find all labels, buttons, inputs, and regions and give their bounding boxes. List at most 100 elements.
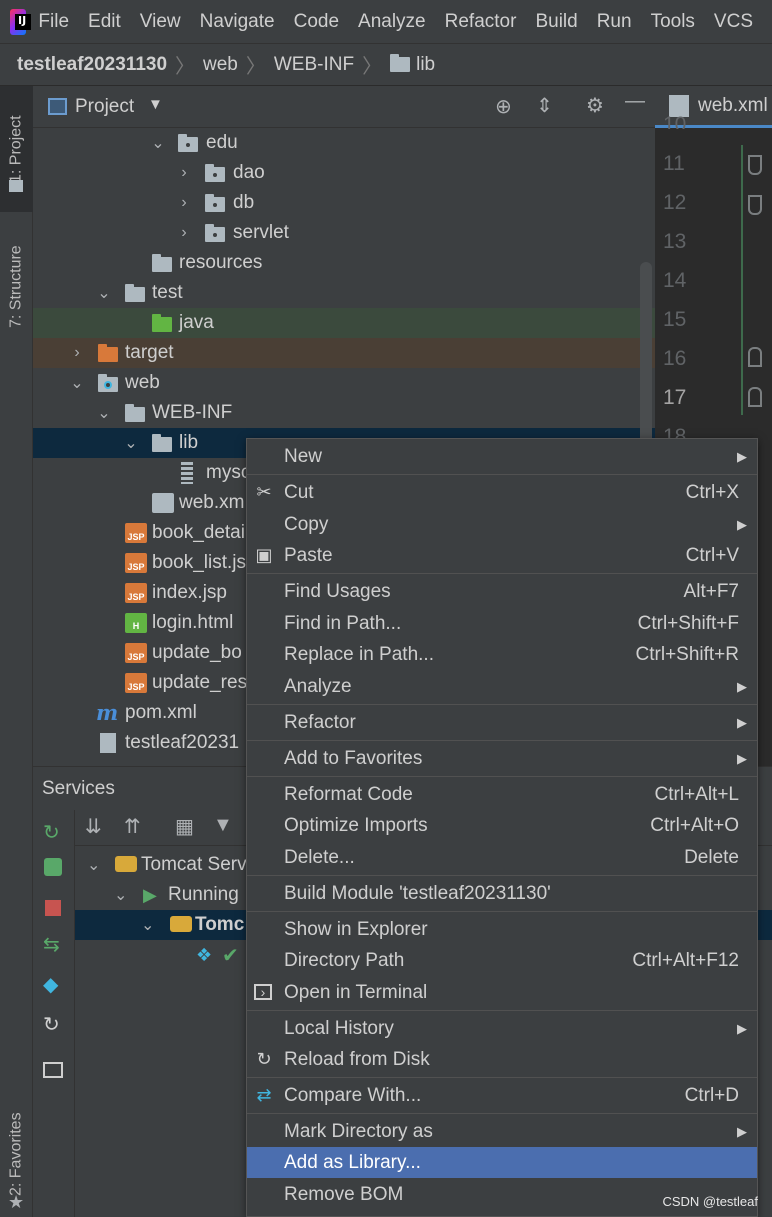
tree-row-web-inf[interactable]: ⌄ WEB-INF xyxy=(33,398,655,428)
fold-marker-icon[interactable] xyxy=(748,347,762,367)
menu-item-new[interactable]: New ▶ xyxy=(247,441,757,472)
chevron-down-icon[interactable]: ⌄ xyxy=(150,133,166,153)
menu-item-reformat-code[interactable]: Reformat Code Ctrl+Alt+L xyxy=(247,779,757,810)
tree-label: index.jsp xyxy=(152,582,227,603)
menu-item-shortcut: Ctrl+V xyxy=(685,544,739,566)
tab-structure-label: 7: Structure xyxy=(7,245,25,328)
menu-navigate[interactable]: Navigate xyxy=(200,11,275,33)
tree-row-db[interactable]: › db xyxy=(33,188,655,218)
menu-item-directory-path[interactable]: Directory Path Ctrl+Alt+F12 xyxy=(247,945,757,976)
menu-item-refactor[interactable]: Refactor ▶ xyxy=(247,707,757,738)
change-marker xyxy=(741,145,743,415)
tree-row-servlet[interactable]: › servlet xyxy=(33,218,655,248)
menu-code[interactable]: Code xyxy=(294,11,339,33)
menu-item-show-in-explorer[interactable]: Show in Explorer xyxy=(247,914,757,945)
menu-refactor[interactable]: Refactor xyxy=(445,11,517,33)
tree-row-java[interactable]: java xyxy=(33,308,655,338)
chevron-down-icon[interactable]: ▼ xyxy=(148,96,163,113)
menu-item-local-history[interactable]: Local History ▶ xyxy=(247,1013,757,1044)
tab-structure[interactable]: 7: Structure xyxy=(0,224,33,349)
menu-item-find-in-path[interactable]: Find in Path... Ctrl+Shift+F xyxy=(247,608,757,639)
chevron-down-icon[interactable]: ⌄ xyxy=(114,885,127,905)
breadcrumb-project[interactable]: testleaf20231130 xyxy=(17,54,167,76)
menu-build[interactable]: Build xyxy=(535,11,577,33)
menu-edit[interactable]: Edit xyxy=(88,11,121,33)
deploy-icon[interactable]: ◆ xyxy=(43,972,58,997)
tree-row-running[interactable]: ⌄ ▶ Running xyxy=(75,880,255,910)
menu-item-compare-with[interactable]: ⇄ Compare With... Ctrl+D xyxy=(247,1080,757,1111)
chevron-down-icon[interactable]: ⌄ xyxy=(96,283,112,303)
menu-item-open-in-terminal[interactable]: › Open in Terminal xyxy=(247,977,757,1008)
menu-item-label: Replace in Path... xyxy=(284,643,434,665)
layout-icon[interactable] xyxy=(43,1062,63,1078)
tree-label: resources xyxy=(179,252,263,273)
fold-marker-icon[interactable] xyxy=(748,387,762,407)
chevron-right-icon[interactable]: › xyxy=(176,224,192,242)
tree-label: test xyxy=(152,282,183,303)
refresh-icon[interactable]: ↻ xyxy=(43,1012,60,1037)
reload-icon: ↻ xyxy=(256,1049,272,1069)
tree-label: edu xyxy=(206,132,238,153)
breadcrumb-web-inf[interactable]: WEB-INF xyxy=(274,54,354,76)
fold-marker-icon[interactable] xyxy=(748,195,762,215)
menu-file[interactable]: File xyxy=(38,11,69,33)
minimize-icon[interactable]: — xyxy=(625,90,645,113)
tree-row-edu[interactable]: ⌄ edu xyxy=(33,128,655,158)
menu-separator xyxy=(247,573,757,574)
rerun-icon[interactable]: ↻ xyxy=(43,820,60,845)
locate-icon[interactable]: ⊕ xyxy=(495,94,512,119)
tree-row-target[interactable]: › target xyxy=(33,338,655,368)
menu-item-find-usages[interactable]: Find Usages Alt+F7 xyxy=(247,576,757,607)
menu-view[interactable]: View xyxy=(140,11,181,33)
collapse-all-icon[interactable]: ⇈ xyxy=(124,814,141,839)
menu-item-replace-in-path[interactable]: Replace in Path... Ctrl+Shift+R xyxy=(247,639,757,670)
debug-icon[interactable] xyxy=(44,858,62,876)
menu-run[interactable]: Run xyxy=(597,11,632,33)
chevron-down-icon[interactable]: ⌄ xyxy=(141,915,154,935)
chevron-right-icon[interactable]: › xyxy=(69,344,85,362)
chevron-down-icon[interactable]: ⌄ xyxy=(123,433,139,453)
update-icon[interactable]: ⇆ xyxy=(43,932,60,957)
breadcrumb-lib[interactable]: lib xyxy=(416,54,435,76)
menu-analyze[interactable]: Analyze xyxy=(358,11,426,33)
tree-row-test[interactable]: ⌄ test xyxy=(33,278,655,308)
gear-icon[interactable]: ⚙ xyxy=(586,93,604,118)
collapse-all-icon[interactable]: ⇕ xyxy=(536,93,553,118)
menu-vcs[interactable]: VCS xyxy=(714,11,753,33)
menu-item-reload-from-disk[interactable]: ↻ Reload from Disk xyxy=(247,1044,757,1075)
services-title[interactable]: Services xyxy=(42,778,115,800)
menu-item-delete[interactable]: Delete... Delete xyxy=(247,842,757,873)
menu-item-analyze[interactable]: Analyze ▶ xyxy=(247,671,757,702)
chevron-down-icon[interactable]: ⌄ xyxy=(87,855,100,875)
menu-item-build-module[interactable]: Build Module 'testleaf20231130' xyxy=(247,878,757,909)
project-panel-title[interactable]: Project xyxy=(75,96,134,118)
chevron-right-icon[interactable]: › xyxy=(176,194,192,212)
chevron-down-icon[interactable]: ⌄ xyxy=(69,373,85,393)
chevron-down-icon[interactable]: ⌄ xyxy=(96,403,112,423)
menu-item-copy[interactable]: Copy ▶ xyxy=(247,509,757,540)
tree-row-web[interactable]: ⌄ web xyxy=(33,368,655,398)
submenu-arrow-icon: ▶ xyxy=(737,516,747,532)
menu-tools[interactable]: Tools xyxy=(651,11,695,33)
expand-all-icon[interactable]: ⇊ xyxy=(85,814,102,839)
tree-row-tomcat-server[interactable]: ⌄ Tomcat Serv xyxy=(75,850,255,880)
menu-item-optimize-imports[interactable]: Optimize Imports Ctrl+Alt+O xyxy=(247,810,757,841)
jsp-file-icon: JSP xyxy=(125,583,147,603)
chevron-right-icon[interactable]: › xyxy=(176,164,192,182)
tree-row-dao[interactable]: › dao xyxy=(33,158,655,188)
breadcrumb-web[interactable]: web xyxy=(203,54,238,76)
filter-icon[interactable]: ▼ xyxy=(213,814,233,837)
folder-icon xyxy=(390,54,411,72)
star-icon: ★ xyxy=(8,1192,25,1212)
menu-item-add-to-favorites[interactable]: Add to Favorites ▶ xyxy=(247,743,757,774)
group-icon[interactable]: ▦ xyxy=(175,814,194,839)
menu-item-cut[interactable]: ✂ Cut Ctrl+X xyxy=(247,477,757,508)
menu-item-add-as-library[interactable]: Add as Library... xyxy=(247,1147,757,1178)
tab-project[interactable]: 1: Project xyxy=(0,86,33,212)
menu-item-paste[interactable]: ▣ Paste Ctrl+V xyxy=(247,540,757,571)
fold-marker-icon[interactable] xyxy=(748,155,762,175)
tree-row-resources[interactable]: resources xyxy=(33,248,655,278)
project-panel-header: Project ▼ ⊕ ⇕ ⚙ — xyxy=(33,86,655,128)
menu-item-mark-directory-as[interactable]: Mark Directory as ▶ xyxy=(247,1116,757,1147)
stop-icon[interactable] xyxy=(45,900,61,916)
